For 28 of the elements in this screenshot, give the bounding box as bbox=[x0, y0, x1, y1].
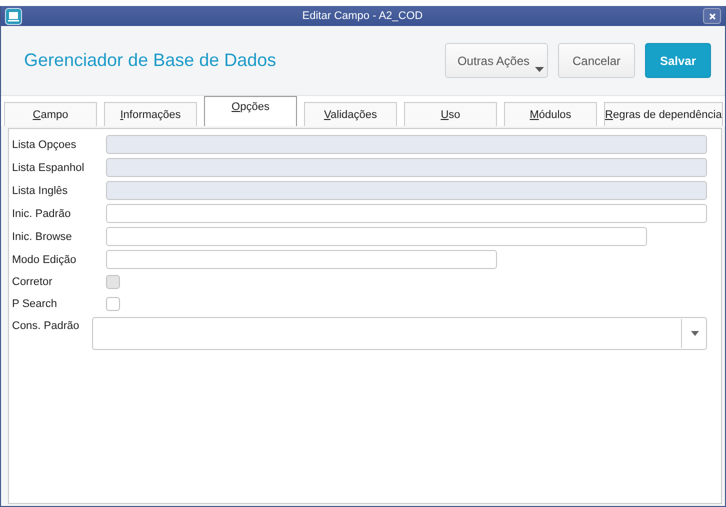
tab[interactable]: Validações bbox=[304, 102, 397, 126]
page-title: Gerenciador de Base de Dados bbox=[24, 50, 278, 71]
close-icon bbox=[708, 12, 716, 20]
tab[interactable]: Campo bbox=[4, 102, 97, 126]
checkbox[interactable] bbox=[106, 297, 120, 311]
cancel-button[interactable]: Cancelar bbox=[558, 43, 635, 78]
field-label: Corretor bbox=[12, 276, 54, 288]
close-button[interactable] bbox=[703, 8, 721, 24]
field-label: Lista Inglês bbox=[12, 184, 69, 196]
field-label: Lista Espanhol bbox=[12, 162, 86, 174]
input-field[interactable] bbox=[106, 204, 707, 223]
more-actions-button[interactable]: Outras Ações bbox=[445, 43, 548, 78]
window-title: Editar Campo - A2_COD bbox=[301, 10, 424, 22]
field-label: Cons. Padrão bbox=[12, 319, 80, 332]
input-field[interactable] bbox=[106, 227, 647, 246]
tab[interactable]: Uso bbox=[404, 102, 497, 126]
caret-icon bbox=[535, 67, 544, 72]
dropdown-field[interactable] bbox=[92, 317, 707, 350]
tab[interactable]: Módulos bbox=[504, 102, 597, 126]
tab[interactable]: Opções bbox=[204, 96, 297, 126]
tab[interactable]: Informações bbox=[104, 102, 197, 126]
field-label: Inic. Padrão bbox=[12, 208, 72, 220]
field-label: Lista Opçoes bbox=[12, 138, 78, 150]
field-label: P Search bbox=[12, 298, 58, 310]
field-label: Modo Edição bbox=[12, 254, 78, 266]
input-field[interactable] bbox=[106, 250, 497, 269]
tab[interactable]: Regras de dependência bbox=[604, 102, 723, 126]
field-label: Inic. Browse bbox=[12, 230, 73, 242]
